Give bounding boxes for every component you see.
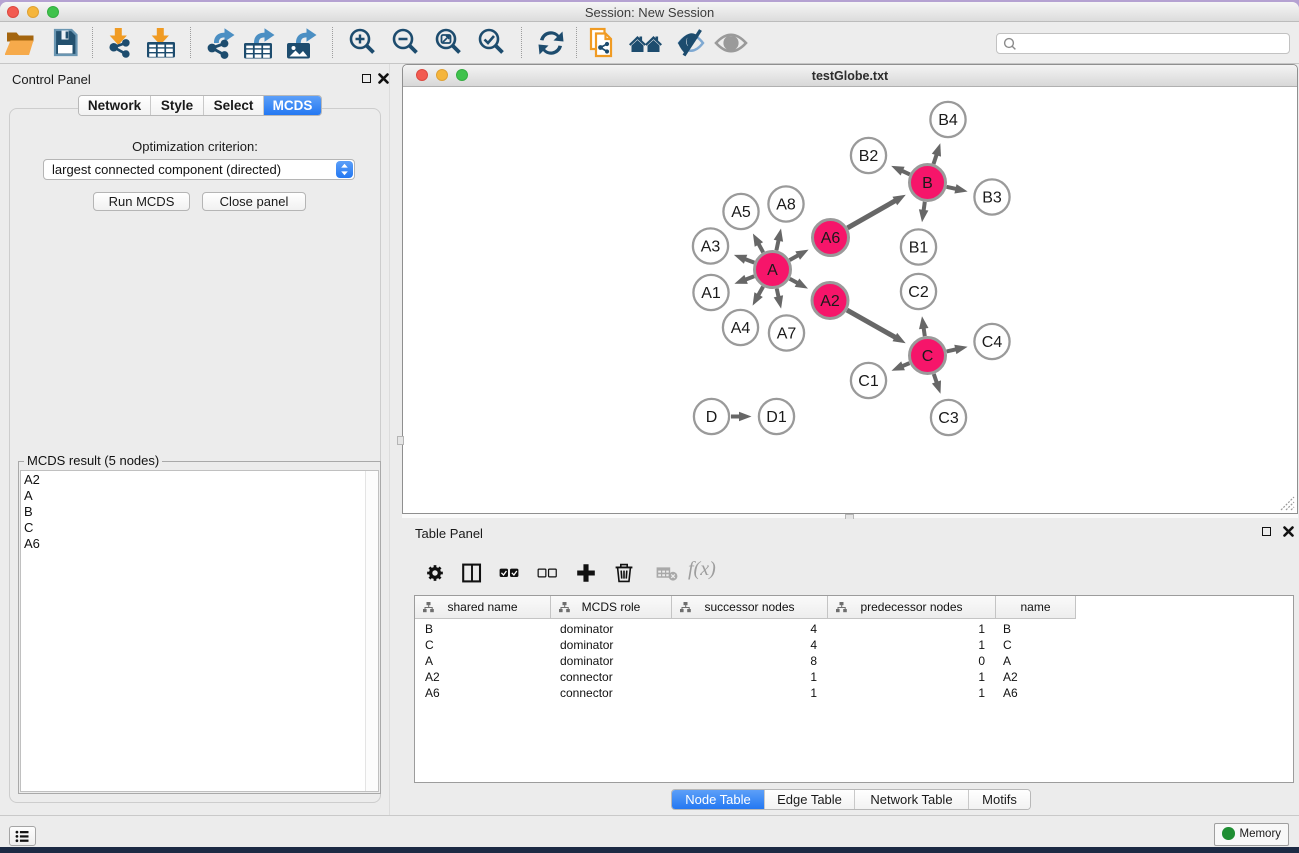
svg-text:A6: A6 bbox=[821, 230, 841, 247]
svg-text:A: A bbox=[767, 262, 778, 279]
svg-text:C3: C3 bbox=[938, 410, 959, 427]
svg-text:A8: A8 bbox=[776, 197, 796, 214]
svg-text:B1: B1 bbox=[909, 240, 929, 257]
svg-text:B: B bbox=[922, 175, 933, 192]
svg-text:A3: A3 bbox=[701, 239, 721, 256]
svg-text:C4: C4 bbox=[982, 334, 1003, 351]
svg-text:C2: C2 bbox=[908, 284, 929, 301]
svg-text:B4: B4 bbox=[938, 112, 958, 129]
svg-text:B2: B2 bbox=[859, 148, 879, 165]
svg-text:C: C bbox=[922, 348, 934, 365]
svg-text:A4: A4 bbox=[731, 320, 751, 337]
svg-text:B3: B3 bbox=[982, 190, 1002, 207]
svg-text:A2: A2 bbox=[820, 293, 840, 310]
svg-text:D: D bbox=[706, 409, 718, 426]
svg-text:A5: A5 bbox=[731, 204, 751, 221]
svg-text:A7: A7 bbox=[777, 326, 797, 343]
svg-text:D1: D1 bbox=[766, 409, 787, 426]
svg-text:C1: C1 bbox=[858, 373, 879, 390]
svg-text:A1: A1 bbox=[701, 285, 721, 302]
